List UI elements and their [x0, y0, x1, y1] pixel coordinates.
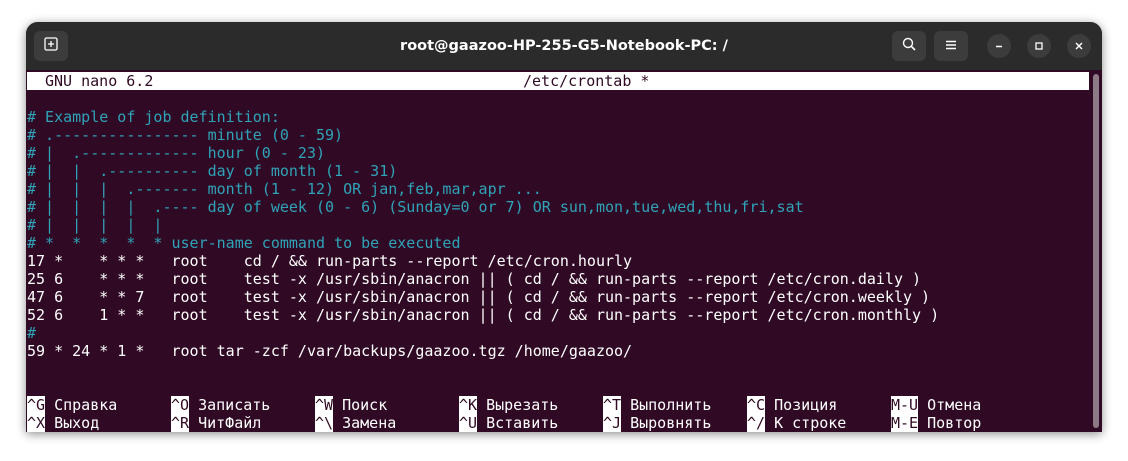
- code-line: # | .------------- hour (0 - 23): [27, 144, 326, 162]
- shortcut-label: Отмена: [927, 396, 982, 414]
- shortcut-label: Поиск: [342, 396, 388, 414]
- minimize-icon: [993, 37, 1005, 56]
- code-line: # .---------------- minute (0 - 59): [27, 126, 344, 144]
- shortcut-label: Вставить: [486, 414, 559, 432]
- shortcut-label: Выполнить: [630, 396, 712, 414]
- shortcut-replace[interactable]: ^\ Замена: [315, 414, 396, 432]
- shortcut-label: Выровнять: [630, 414, 712, 432]
- search-button[interactable]: [892, 31, 926, 61]
- shortcut-label: Выход: [54, 414, 100, 432]
- shortcut-label: Позиция: [774, 396, 838, 414]
- shortcut-label: Замена: [342, 414, 397, 432]
- shortcut-justify[interactable]: ^J Выровнять: [603, 414, 711, 432]
- shortcut-key: ^U: [459, 414, 478, 432]
- shortcut-cut[interactable]: ^K Вырезать: [459, 396, 558, 414]
- shortcut-key: ^W: [315, 396, 334, 414]
- code-line: # * * * * * user-name command to be exec…: [27, 234, 461, 252]
- shortcut-key: ^/: [747, 414, 766, 432]
- code-line: # | | | .------- month (1 - 12) OR jan,f…: [27, 180, 542, 198]
- shortcut-redo[interactable]: M-E Повтор: [891, 414, 981, 432]
- code-line: # | | | | .---- day of week (0 - 6) (Sun…: [27, 198, 804, 216]
- shortcut-label: К строке: [774, 414, 847, 432]
- shortcut-write[interactable]: ^O Записать: [171, 396, 270, 414]
- close-icon: [1073, 37, 1085, 56]
- search-icon: [901, 36, 917, 56]
- shortcut-label: Вырезать: [486, 396, 559, 414]
- code-line: 25 6 * * * root test -x /usr/sbin/anacro…: [27, 270, 922, 288]
- shortcut-key: ^X: [27, 414, 46, 432]
- terminal-window: root@gaazoo-HP-255-G5-Notebook-PC: / GNU…: [26, 22, 1102, 432]
- terminal-content[interactable]: GNU nano 6.2 /etc/crontab * # Example of…: [26, 70, 1090, 432]
- code-line: # | | .---------- day of month (1 - 31): [27, 162, 398, 180]
- shortcut-key: M-E: [891, 414, 919, 432]
- shortcut-label: Справка: [54, 396, 118, 414]
- shortcut-paste[interactable]: ^U Вставить: [459, 414, 558, 432]
- code-line: 17 * * * * root cd / && run-parts --repo…: [27, 252, 633, 270]
- minimize-button[interactable]: [987, 34, 1011, 58]
- shortcut-key: ^\: [315, 414, 334, 432]
- maximize-button[interactable]: [1027, 34, 1051, 58]
- nano-header-bar: GNU nano 6.2 /etc/crontab *: [27, 72, 1089, 90]
- shortcut-label: Повтор: [927, 414, 982, 432]
- shortcut-go-to-line[interactable]: ^/ К строке: [747, 414, 846, 432]
- shortcut-execute[interactable]: ^T Выполнить: [603, 396, 711, 414]
- code-line: # | | | | |: [27, 216, 163, 234]
- title-bar: root@gaazoo-HP-255-G5-Notebook-PC: /: [26, 22, 1102, 71]
- shortcut-read-file[interactable]: ^R ЧитФайл: [171, 414, 261, 432]
- file-name: /etc/crontab *: [523, 72, 650, 90]
- shortcut-help[interactable]: ^G Справка: [27, 396, 117, 414]
- shortcut-key: ^O: [171, 396, 190, 414]
- maximize-icon: [1033, 37, 1045, 56]
- code-line: #: [27, 324, 37, 342]
- shortcut-position[interactable]: ^C Позиция: [747, 396, 837, 414]
- shortcut-label: Записать: [198, 396, 271, 414]
- shortcut-exit[interactable]: ^X Выход: [27, 414, 99, 432]
- shortcut-label: ЧитФайл: [198, 414, 262, 432]
- shortcut-key: ^J: [603, 414, 622, 432]
- code-line: 47 6 * * 7 root test -x /usr/sbin/anacro…: [27, 288, 931, 306]
- shortcut-search[interactable]: ^W Поиск: [315, 396, 387, 414]
- hamburger-menu-icon: [944, 37, 958, 56]
- shortcut-undo[interactable]: M-U Отмена: [891, 396, 981, 414]
- code-line: # Example of job definition:: [27, 108, 280, 126]
- shortcut-key: ^T: [603, 396, 622, 414]
- scrollbar-thumb[interactable]: [1093, 74, 1099, 428]
- shortcut-key: M-U: [891, 396, 919, 414]
- code-line: 59 * 24 * 1 * root tar -zcf /var/backups…: [27, 342, 633, 360]
- nano-version: GNU nano 6.2: [45, 72, 154, 90]
- shortcut-key: ^G: [27, 396, 46, 414]
- shortcut-key: ^C: [747, 396, 766, 414]
- scrollbar[interactable]: [1090, 70, 1102, 432]
- close-button[interactable]: [1067, 34, 1091, 58]
- menu-button[interactable]: [934, 31, 968, 61]
- shortcut-key: ^K: [459, 396, 478, 414]
- shortcut-key: ^R: [171, 414, 190, 432]
- code-line: 52 6 1 * * root test -x /usr/sbin/anacro…: [27, 306, 940, 324]
